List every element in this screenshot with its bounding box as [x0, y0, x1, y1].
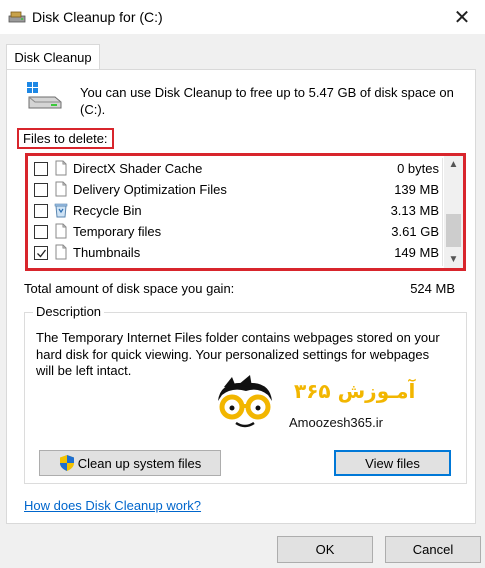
total-value: 524 MB: [410, 281, 455, 296]
list-item[interactable]: Thumbnails 149 MB: [30, 242, 442, 263]
file-checkbox[interactable]: [34, 162, 48, 176]
description-group: Description The Temporary Internet Files…: [24, 304, 467, 484]
file-icon: [55, 160, 67, 176]
file-name: DirectX Shader Cache: [73, 161, 203, 176]
file-checkbox[interactable]: [34, 225, 48, 239]
files-to-delete-label: Files to delete:: [17, 128, 114, 149]
description-legend: Description: [33, 304, 105, 319]
clean-up-system-files-label: Clean up system files: [77, 455, 202, 471]
mascot-glasses-icon: [218, 375, 272, 428]
file-icon: [55, 244, 67, 260]
clean-up-system-files-button[interactable]: Clean up system files: [39, 450, 221, 476]
file-checkbox[interactable]: [34, 204, 48, 218]
file-name: Temporary files: [73, 224, 162, 239]
list-item[interactable]: Delivery Optimization Files 139 MB: [30, 179, 442, 200]
list-item[interactable]: Temporary files 3.61 GB: [30, 221, 442, 242]
files-listbox[interactable]: DirectX Shader Cache 0 bytes Delivery Op…: [25, 153, 466, 271]
file-size: 3.61 GB: [391, 224, 439, 239]
file-size: 3.13 MB: [390, 203, 439, 218]
watermark-site: Amoozesh365.ir: [289, 415, 383, 430]
scroll-up-icon[interactable]: ▲: [444, 156, 463, 173]
help-link[interactable]: How does Disk Cleanup work?: [24, 498, 201, 513]
view-files-button[interactable]: View files: [334, 450, 451, 476]
file-icon: [55, 223, 67, 239]
intro-text: You can use Disk Cleanup to free up to 5…: [80, 85, 454, 117]
files-list: DirectX Shader Cache 0 bytes Delivery Op…: [30, 158, 443, 266]
list-scrollbar[interactable]: ▲ ▼: [444, 156, 463, 268]
file-size: 139 MB: [394, 182, 439, 197]
file-name: Delivery Optimization Files: [73, 182, 227, 197]
shield-icon: [59, 455, 74, 471]
total-label: Total amount of disk space you gain:: [24, 281, 235, 296]
list-item[interactable]: DirectX Shader Cache 0 bytes: [30, 158, 442, 179]
window-title: Disk Cleanup for (C:): [32, 9, 163, 25]
scroll-thumb[interactable]: [446, 214, 461, 247]
file-icon: [55, 181, 67, 197]
file-checkbox-checked[interactable]: [34, 246, 48, 260]
file-name: Thumbnails: [73, 245, 141, 260]
file-checkbox[interactable]: [34, 183, 48, 197]
watermark-logo: آمـوزش ۳۶۵ Amoozesh365.ir: [210, 375, 450, 435]
checkmark-icon: [36, 249, 46, 257]
disk-cleanup-icon: [8, 11, 26, 23]
tab-strip: Disk Cleanup: [0, 34, 485, 70]
tab-disk-cleanup[interactable]: Disk Cleanup: [6, 44, 100, 70]
drive-icon: [27, 82, 62, 109]
recycle-bin-icon: [54, 203, 68, 218]
title-bar: Disk Cleanup for (C:) ✕: [0, 0, 485, 34]
cancel-button[interactable]: Cancel: [385, 536, 481, 563]
close-icon: ✕: [453, 6, 471, 29]
file-size: 149 MB: [394, 245, 439, 260]
description-text: The Temporary Internet Files folder cont…: [36, 330, 440, 378]
list-item[interactable]: Recycle Bin 3.13 MB: [30, 200, 442, 221]
main-panel: You can use Disk Cleanup to free up to 5…: [6, 69, 476, 524]
scroll-down-icon[interactable]: ▼: [444, 251, 463, 268]
file-name: Recycle Bin: [73, 203, 142, 218]
file-size: 0 bytes: [397, 161, 439, 176]
watermark-brand-text: آمـوزش ۳۶۵: [294, 379, 416, 403]
close-button[interactable]: ✕: [439, 0, 485, 34]
ok-button[interactable]: OK: [277, 536, 373, 563]
